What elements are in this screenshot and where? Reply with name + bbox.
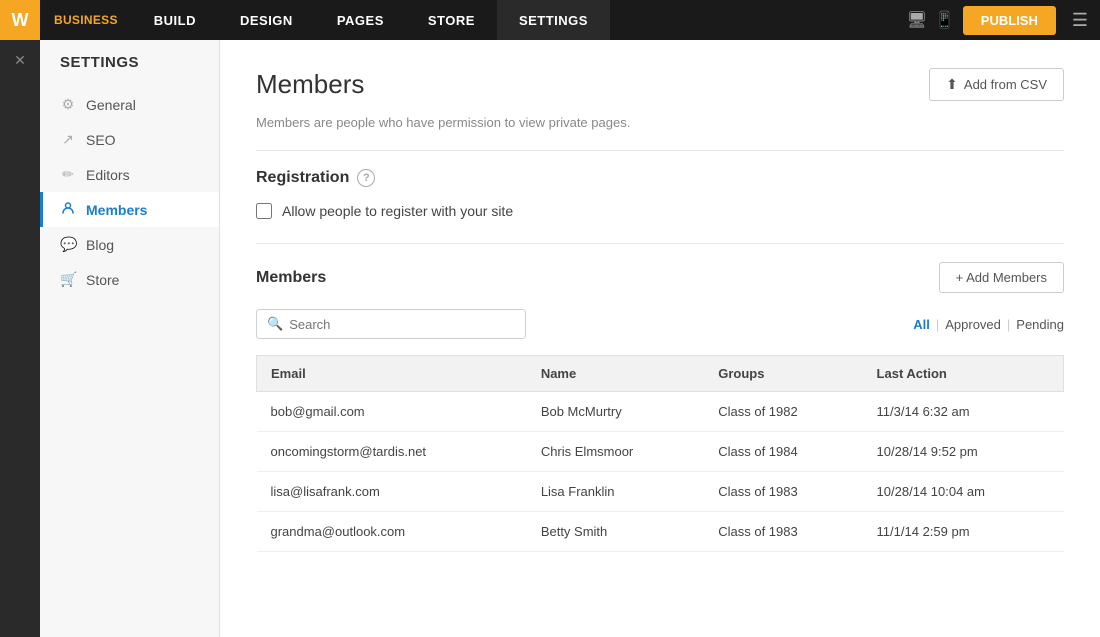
sidebar-item-label: SEO xyxy=(86,132,116,148)
upload-icon: ⬆ xyxy=(946,76,958,93)
search-filter-row: 🔍 All | Approved | Pending xyxy=(256,309,1064,339)
pencil-icon: ✏ xyxy=(60,166,76,183)
cell-name: Lisa Franklin xyxy=(527,472,704,512)
comment-icon: 💬 xyxy=(60,236,76,253)
page-header: Members ⬆ Add from CSV xyxy=(256,68,1064,101)
hamburger-icon[interactable]: ☰ xyxy=(1072,10,1088,31)
add-from-csv-label: Add from CSV xyxy=(964,77,1047,92)
main-content: Members ⬆ Add from CSV Members are peopl… xyxy=(220,40,1100,637)
sidebar-item-general[interactable]: ⚙ General xyxy=(40,87,219,122)
layout: ✕ SETTINGS ⚙ General ↗ SEO ✏ Editors Mem… xyxy=(0,40,1100,637)
cell-groups: Class of 1983 xyxy=(704,472,862,512)
search-box: 🔍 xyxy=(256,309,526,339)
sidebar-overlay: ✕ xyxy=(0,40,40,637)
settings-sidebar: SETTINGS ⚙ General ↗ SEO ✏ Editors Membe… xyxy=(40,40,220,637)
gear-icon: ⚙ xyxy=(60,96,76,113)
sidebar-item-label: General xyxy=(86,97,136,113)
cart-icon: 🛒 xyxy=(60,271,76,288)
allow-register-label: Allow people to register with your site xyxy=(282,203,513,219)
desktop-icon[interactable]: 🖥 xyxy=(907,10,927,30)
cell-name: Bob McMurtry xyxy=(527,392,704,432)
col-name: Name xyxy=(527,356,704,392)
nav-settings[interactable]: SETTINGS xyxy=(497,0,610,40)
col-email: Email xyxy=(257,356,527,392)
cell-groups: Class of 1984 xyxy=(704,432,862,472)
nav-pages[interactable]: PAGES xyxy=(315,0,406,40)
add-from-csv-button[interactable]: ⬆ Add from CSV xyxy=(929,68,1064,101)
close-icon[interactable]: ✕ xyxy=(14,52,26,69)
add-members-label: + Add Members xyxy=(956,270,1047,285)
top-navigation: W BUSINESS BUILD DESIGN PAGES STORE SETT… xyxy=(0,0,1100,40)
cell-last-action: 11/1/14 2:59 pm xyxy=(863,512,1064,552)
search-input[interactable] xyxy=(289,317,515,332)
cell-name: Betty Smith xyxy=(527,512,704,552)
divider-2 xyxy=(256,243,1064,244)
table-row[interactable]: lisa@lisafrank.com Lisa Franklin Class o… xyxy=(257,472,1064,512)
cell-groups: Class of 1982 xyxy=(704,392,862,432)
top-nav-right: 🖥 📱 PUBLISH ☰ xyxy=(907,6,1100,35)
nav-store[interactable]: STORE xyxy=(406,0,497,40)
sidebar-item-members[interactable]: Members xyxy=(40,192,219,227)
filter-tab-pending[interactable]: Pending xyxy=(1016,317,1064,332)
filter-tab-all[interactable]: All xyxy=(913,317,930,332)
sidebar-item-label: Members xyxy=(86,202,147,218)
sidebar-item-label: Blog xyxy=(86,237,114,253)
search-icon: 🔍 xyxy=(267,316,283,332)
filter-tabs: All | Approved | Pending xyxy=(913,317,1064,332)
cell-last-action: 11/3/14 6:32 am xyxy=(863,392,1064,432)
cell-last-action: 10/28/14 10:04 am xyxy=(863,472,1064,512)
sidebar-item-blog[interactable]: 💬 Blog xyxy=(40,227,219,262)
divider-1 xyxy=(256,150,1064,151)
table-row[interactable]: oncomingstorm@tardis.net Chris Elmsmoor … xyxy=(257,432,1064,472)
registration-section-title: Registration ? xyxy=(256,169,1064,187)
sidebar-item-label: Store xyxy=(86,272,119,288)
person-icon xyxy=(60,201,76,218)
members-header: Members + Add Members xyxy=(256,262,1064,293)
sidebar-item-label: Editors xyxy=(86,167,130,183)
nav-design[interactable]: DESIGN xyxy=(218,0,315,40)
add-members-button[interactable]: + Add Members xyxy=(939,262,1064,293)
mobile-icon[interactable]: 📱 xyxy=(935,10,955,30)
allow-register-checkbox[interactable] xyxy=(256,203,272,219)
sidebar-item-store[interactable]: 🛒 Store xyxy=(40,262,219,297)
cell-email: lisa@lisafrank.com xyxy=(257,472,527,512)
help-icon[interactable]: ? xyxy=(357,169,375,187)
filter-tab-approved[interactable]: Approved xyxy=(945,317,1001,332)
table-row[interactable]: grandma@outlook.com Betty Smith Class of… xyxy=(257,512,1064,552)
col-last-action: Last Action xyxy=(863,356,1064,392)
publish-button[interactable]: PUBLISH xyxy=(963,6,1056,35)
members-section-title: Members xyxy=(256,269,326,287)
col-groups: Groups xyxy=(704,356,862,392)
cell-groups: Class of 1983 xyxy=(704,512,862,552)
description-text: Members are people who have permission t… xyxy=(256,115,1064,130)
sidebar-item-editors[interactable]: ✏ Editors xyxy=(40,157,219,192)
logo: W xyxy=(0,0,40,40)
cell-name: Chris Elmsmoor xyxy=(527,432,704,472)
table-header-row: Email Name Groups Last Action xyxy=(257,356,1064,392)
sidebar-item-seo[interactable]: ↗ SEO xyxy=(40,122,219,157)
seo-icon: ↗ xyxy=(60,131,76,148)
nav-build[interactable]: BUILD xyxy=(132,0,218,40)
sidebar-title: SETTINGS xyxy=(40,54,219,87)
members-table: Email Name Groups Last Action bob@gmail.… xyxy=(256,355,1064,552)
cell-email: grandma@outlook.com xyxy=(257,512,527,552)
registration-checkbox-row: Allow people to register with your site xyxy=(256,203,1064,219)
nav-item-business[interactable]: BUSINESS xyxy=(40,0,132,40)
cell-email: oncomingstorm@tardis.net xyxy=(257,432,527,472)
table-row[interactable]: bob@gmail.com Bob McMurtry Class of 1982… xyxy=(257,392,1064,432)
cell-last-action: 10/28/14 9:52 pm xyxy=(863,432,1064,472)
cell-email: bob@gmail.com xyxy=(257,392,527,432)
page-title: Members xyxy=(256,69,364,100)
nav-items: BUILD DESIGN PAGES STORE SETTINGS xyxy=(132,0,907,40)
